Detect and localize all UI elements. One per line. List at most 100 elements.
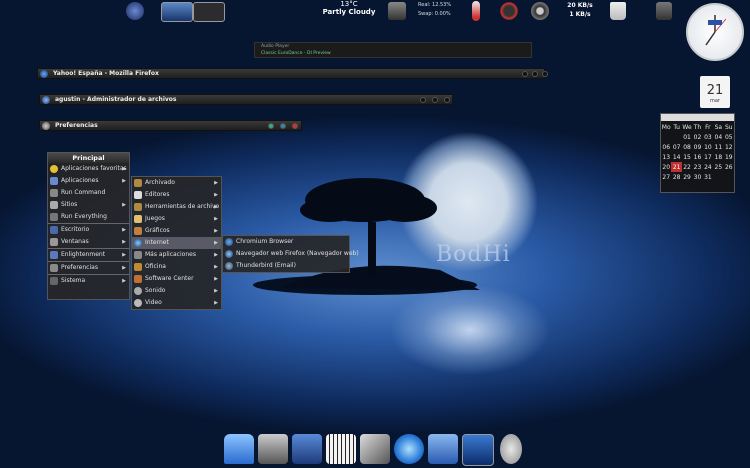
thermometer-icon[interactable] — [472, 1, 480, 21]
minimize-button[interactable] — [522, 71, 528, 77]
calendar-day[interactable]: 30 — [692, 172, 702, 182]
weather-widget[interactable]: 13°C Partly Cloudy — [320, 0, 378, 16]
gauge-icon[interactable] — [500, 2, 518, 20]
camera-icon[interactable] — [656, 2, 672, 20]
calendar-icon[interactable]: 21 mar — [700, 76, 730, 108]
menu-item-enlightenment[interactable]: Enlightenment ▶ — [48, 248, 129, 261]
chevron-right-icon: ▶ — [214, 288, 218, 294]
menu-item-graphics[interactable]: Gráficos ▶ — [132, 225, 221, 237]
graphics-icon[interactable] — [360, 434, 390, 464]
menu-item-file-tools[interactable]: Herramientas de archivo ▶ — [132, 201, 221, 213]
music-keyboard-icon[interactable] — [326, 434, 356, 464]
network-widget[interactable]: 20 KB/s 1 KB/s — [562, 1, 598, 19]
media-player-widget[interactable]: Audio Player Classic EuroDance - DI Prev… — [254, 42, 532, 58]
menu-item-archive[interactable]: Archivado ▶ — [132, 177, 221, 189]
calendar-day[interactable]: 31 — [703, 172, 713, 182]
maximize-button[interactable] — [432, 97, 438, 103]
calendar-day[interactable]: 29 — [682, 172, 692, 182]
menu-item-run-everything[interactable]: Run Everything — [48, 211, 129, 223]
calendar-day[interactable]: 15 — [682, 152, 692, 162]
menu-item-run-command[interactable]: Run Command — [48, 187, 129, 199]
menu-item-more-apps[interactable]: Más aplicaciones ▶ — [132, 249, 221, 261]
window-firefox[interactable]: Yahoo! España - Mozilla Firefox — [37, 68, 548, 79]
system-tools-icon[interactable] — [258, 434, 288, 464]
start-menu-icon[interactable] — [126, 2, 144, 20]
menu-item-thunderbird[interactable]: Thunderbird (Email) — [223, 260, 349, 272]
calendar-day[interactable]: 24 — [703, 162, 713, 172]
calendar-day[interactable]: 17 — [703, 152, 713, 162]
desktop-pager-2[interactable] — [193, 2, 225, 22]
calendar-day[interactable] — [661, 132, 671, 142]
menu-item-firefox[interactable]: Navegador web Firefox (Navegador web) — [223, 248, 359, 260]
calendar-day[interactable]: 08 — [682, 142, 692, 152]
close-button[interactable] — [542, 71, 548, 77]
window-preferences[interactable]: Preferencias — [39, 120, 302, 131]
calendar-day[interactable]: 16 — [692, 152, 702, 162]
menu-item-games[interactable]: Juegos ▶ — [132, 213, 221, 225]
calendar-day[interactable]: 18 — [713, 152, 723, 162]
menu-item-sound[interactable]: Sonido ▶ — [132, 285, 221, 297]
chevron-right-icon: ▶ — [122, 278, 126, 284]
maximize-button[interactable] — [532, 71, 538, 77]
calendar-day[interactable]: 11 — [713, 142, 723, 152]
home-folder-icon[interactable] — [224, 434, 254, 464]
cpu-icon[interactable] — [388, 2, 406, 20]
close-button[interactable] — [444, 97, 450, 103]
calendar-day[interactable]: 14 — [671, 152, 681, 162]
calendar-day[interactable]: 20 — [661, 162, 671, 172]
web-browser-icon[interactable] — [394, 434, 424, 464]
close-button[interactable] — [292, 123, 298, 129]
calendar-day[interactable]: 27 — [661, 172, 671, 182]
calendar-day[interactable] — [671, 132, 681, 142]
menu-item-desktop[interactable]: Escritorio ▶ — [48, 223, 129, 236]
accessories-icon[interactable] — [428, 434, 458, 464]
calendar-day[interactable]: 03 — [703, 132, 713, 142]
maximize-button[interactable] — [280, 123, 286, 129]
menu-item-office[interactable]: Oficina ▶ — [132, 261, 221, 273]
calendar-day[interactable]: 10 — [703, 142, 713, 152]
trash-icon[interactable] — [610, 2, 626, 20]
lock-screen-icon[interactable] — [500, 434, 522, 464]
menu-item-system[interactable]: Sistema ▶ — [48, 274, 129, 287]
minimize-button[interactable] — [420, 97, 426, 103]
calendar-day[interactable]: 02 — [692, 132, 702, 142]
desktop-pager-1[interactable] — [161, 2, 193, 22]
minimize-button[interactable] — [268, 123, 274, 129]
calendar-day[interactable]: 23 — [692, 162, 702, 172]
calendar-day[interactable]: 06 — [661, 142, 671, 152]
speaker-icon[interactable] — [531, 2, 549, 20]
calendar-day[interactable]: 13 — [661, 152, 671, 162]
calendar-day[interactable]: 12 — [724, 142, 734, 152]
calendar-day[interactable]: 09 — [692, 142, 702, 152]
menu-item-preferences[interactable]: Preferencias ▶ — [48, 261, 129, 274]
menu-item-favorites[interactable]: Aplicaciones favoritas ▶ — [48, 163, 129, 175]
menu-item-video[interactable]: Video ▶ — [132, 297, 221, 309]
development-icon[interactable] — [292, 434, 322, 464]
games-icon — [134, 215, 142, 223]
terminal-icon[interactable] — [462, 434, 494, 466]
window-file-manager[interactable]: agustin - Administrador de archivos — [39, 94, 453, 105]
menu-item-chromium[interactable]: Chromium Browser — [223, 236, 349, 248]
menu-item-windows[interactable]: Ventanas ▶ — [48, 236, 129, 248]
menu-item-places[interactable]: Sitios ▶ — [48, 199, 129, 211]
calendar-navigation-bar[interactable] — [661, 114, 734, 121]
menu-item-applications[interactable]: Aplicaciones ▶ — [48, 175, 129, 187]
calendar-day[interactable]: 01 — [682, 132, 692, 142]
calendar-day[interactable] — [713, 172, 723, 182]
menu-item-internet[interactable]: Internet ▶ — [132, 237, 221, 249]
calendar-day[interactable]: 19 — [724, 152, 734, 162]
menu-item-software-center[interactable]: Software Center ▶ — [132, 273, 221, 285]
menu-item-editors[interactable]: Editores ▶ — [132, 189, 221, 201]
memory-widget[interactable]: Real: 12.53% Swap: 0.00% — [418, 1, 466, 19]
weather-condition: Partly Cloudy — [322, 8, 376, 16]
calendar-day[interactable]: 28 — [671, 172, 681, 182]
calendar-day[interactable]: 04 — [713, 132, 723, 142]
calendar-day[interactable]: 22 — [682, 162, 692, 172]
calendar-day[interactable]: 26 — [724, 162, 734, 172]
calendar-day[interactable]: 07 — [671, 142, 681, 152]
calendar-day[interactable]: 25 — [713, 162, 723, 172]
calendar-day[interactable] — [724, 172, 734, 182]
menu-item-label: Navegador web Firefox (Navegador web) — [236, 250, 359, 257]
calendar-day[interactable]: 05 — [724, 132, 734, 142]
calendar-day-today[interactable]: 21 — [671, 162, 682, 172]
